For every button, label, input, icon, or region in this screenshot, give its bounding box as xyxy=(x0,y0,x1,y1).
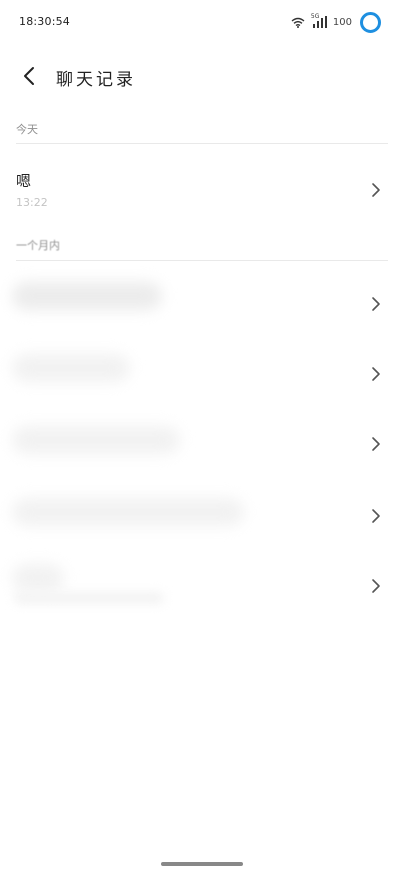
page-title: 聊天记录 xyxy=(56,70,136,90)
list-item-blurred[interactable] xyxy=(0,338,405,402)
redacted-text xyxy=(12,564,64,592)
signal-icon: 5G xyxy=(311,13,327,28)
section-label-today: 今天 xyxy=(16,123,38,136)
battery-ring-icon xyxy=(360,11,381,33)
item-title: 嗯 xyxy=(16,172,32,190)
status-icons: 5G 100 xyxy=(291,9,381,35)
list-item-blurred[interactable] xyxy=(0,550,405,614)
list-item-blurred[interactable] xyxy=(0,478,405,542)
back-arrow-icon xyxy=(24,67,34,85)
section-label-month: 一个月内 xyxy=(16,239,60,252)
status-time: 18:30:54 xyxy=(19,15,71,28)
chevron-right-icon xyxy=(372,437,380,451)
list-item[interactable]: 嗯 13:22 xyxy=(0,158,405,222)
chevron-right-icon xyxy=(372,297,380,311)
redacted-subtext xyxy=(14,592,164,604)
redacted-text xyxy=(12,282,162,310)
chevron-right-icon xyxy=(372,579,380,593)
home-indicator[interactable] xyxy=(161,862,243,866)
back-button[interactable] xyxy=(16,62,44,90)
redacted-text xyxy=(12,426,180,454)
redacted-text xyxy=(12,354,130,382)
divider xyxy=(16,143,388,144)
chevron-right-icon xyxy=(372,367,380,381)
battery-level: 100 xyxy=(332,16,352,28)
status-bar: 18:30:54 5G 100 xyxy=(0,0,405,44)
divider xyxy=(16,260,388,261)
wifi-icon xyxy=(291,13,305,32)
item-time: 13:22 xyxy=(16,196,48,209)
list-item-blurred[interactable] xyxy=(0,266,405,330)
header: 聊天记录 xyxy=(0,50,405,102)
chevron-right-icon xyxy=(372,183,380,197)
redacted-text xyxy=(12,498,244,526)
list-item-blurred[interactable] xyxy=(0,408,405,472)
chevron-right-icon xyxy=(372,509,380,523)
